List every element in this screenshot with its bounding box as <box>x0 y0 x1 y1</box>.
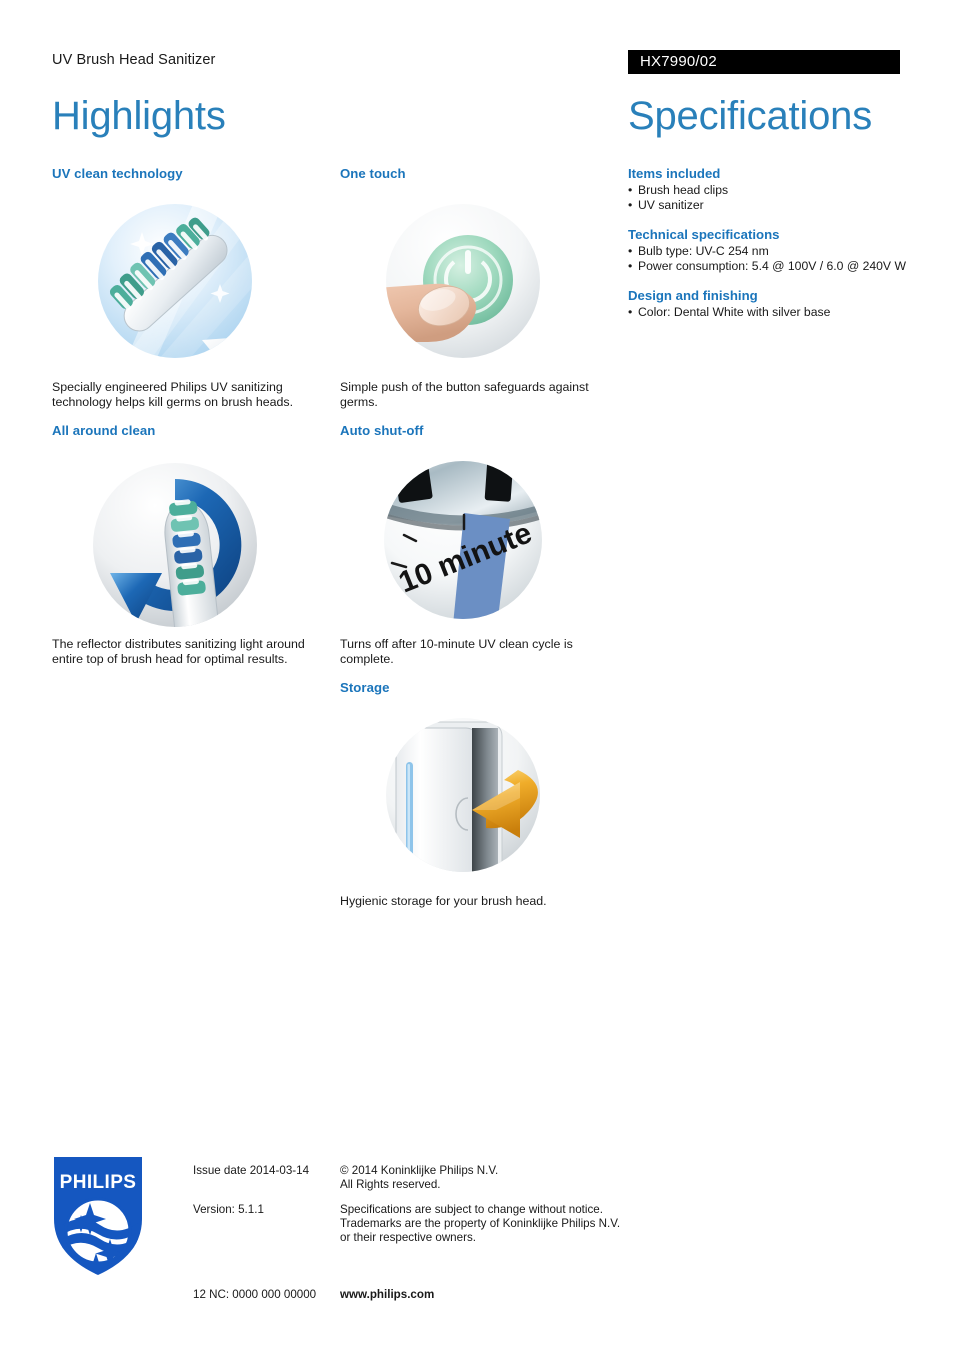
page-title-specifications: Specifications <box>628 94 872 138</box>
timer-dial-icon: 10 minute <box>368 445 558 631</box>
footer-copyright-line2: All Rights reserved. <box>340 1178 441 1192</box>
model-code-bar: HX7990/02 <box>628 50 900 74</box>
finger-pressing-power-button-icon <box>368 188 558 374</box>
highlight-heading: All around clean <box>52 423 156 439</box>
footer-copyright-line1: © 2014 Koninklijke Philips N.V. <box>340 1164 499 1177</box>
highlight-all-around-clean: All around clean The reflector distribut… <box>52 423 330 666</box>
spec-group-design-and-finishing: Design and finishing Color: Dental White… <box>628 288 906 320</box>
footer-twelve-nc: 12 NC: 0000 000 00000 <box>193 1288 317 1301</box>
highlight-heading: Storage <box>340 680 390 696</box>
highlight-uv-clean-technology: UV clean technology Specially engineered… <box>52 166 330 409</box>
product-name: UV Brush Head Sanitizer <box>52 52 216 68</box>
page-title-highlights: Highlights <box>52 94 226 138</box>
spec-item: Bulb type: UV-C 254 nm <box>628 244 906 259</box>
spec-item: Power consumption: 5.4 @ 100V / 6.0 @ 24… <box>628 259 906 274</box>
highlight-caption: The reflector distributes sanitizing lig… <box>52 637 305 666</box>
spec-list: Color: Dental White with silver base <box>628 305 906 320</box>
footer-version: Version: 5.1.1 <box>193 1203 264 1216</box>
toothbrush-head-uv-light-icon <box>80 188 270 374</box>
spec-heading: Design and finishing <box>628 288 758 303</box>
spec-list: Brush head clips UV sanitizer <box>628 183 906 213</box>
spec-group-technical-specifications: Technical specifications Bulb type: UV-C… <box>628 227 906 274</box>
footer-disclaimer-line2: Trademarks are the property of Koninklij… <box>340 1217 621 1231</box>
highlight-auto-shut-off: Auto shut-off 10 minute Turns off after … <box>340 423 618 666</box>
highlight-storage: Storage Hygienic storage for your brush … <box>340 680 618 909</box>
philips-wordmark: PHILIPS <box>60 1172 137 1193</box>
footer-disclaimer-line3: or their respective owners. <box>340 1231 476 1245</box>
highlight-heading: One touch <box>340 166 406 181</box>
highlight-heading: Auto shut-off <box>340 423 424 439</box>
footer-disclaimer: Specifications are subject to change wit… <box>340 1203 620 1246</box>
model-code-text: HX7990/02 <box>640 53 717 70</box>
philips-logo: PHILIPS <box>52 1155 144 1282</box>
highlight-caption: Turns off after 10-minute UV clean cycle… <box>340 637 573 666</box>
specifications-column: Items included Brush head clips UV sanit… <box>628 166 906 334</box>
spec-group-items-included: Items included Brush head clips UV sanit… <box>628 166 906 213</box>
footer-copyright: © 2014 Koninklijke Philips N.V. All Righ… <box>340 1164 498 1192</box>
highlights-column-middle: One touch Simple push of the button safe… <box>340 166 618 923</box>
highlight-caption: Specially engineered Philips UV sanitizi… <box>52 380 294 409</box>
spec-item: Color: Dental White with silver base <box>628 305 906 320</box>
footer-disclaimer-line1: Specifications are subject to change wit… <box>340 1203 603 1216</box>
footer-website-link[interactable]: www.philips.com <box>340 1288 434 1302</box>
spec-item: UV sanitizer <box>628 198 906 213</box>
spec-list: Bulb type: UV-C 254 nm Power consumption… <box>628 244 906 274</box>
highlight-caption: Simple push of the button safeguards aga… <box>340 380 589 409</box>
spec-heading: Items included <box>628 166 721 181</box>
footer-issue-date: Issue date 2014-03-14 <box>193 1164 310 1177</box>
highlight-caption: Hygienic storage for your brush head. <box>340 894 547 909</box>
toothbrush-rotating-arrow-icon <box>80 445 270 631</box>
highlights-column-left: UV clean technology Specially engineered… <box>52 166 330 680</box>
spec-item: Brush head clips <box>628 183 906 198</box>
sanitizer-door-arrow-icon <box>368 702 558 888</box>
spec-heading: Technical specifications <box>628 227 780 242</box>
highlight-heading: UV clean technology <box>52 166 183 181</box>
highlight-one-touch: One touch Simple push of the button safe… <box>340 166 618 409</box>
